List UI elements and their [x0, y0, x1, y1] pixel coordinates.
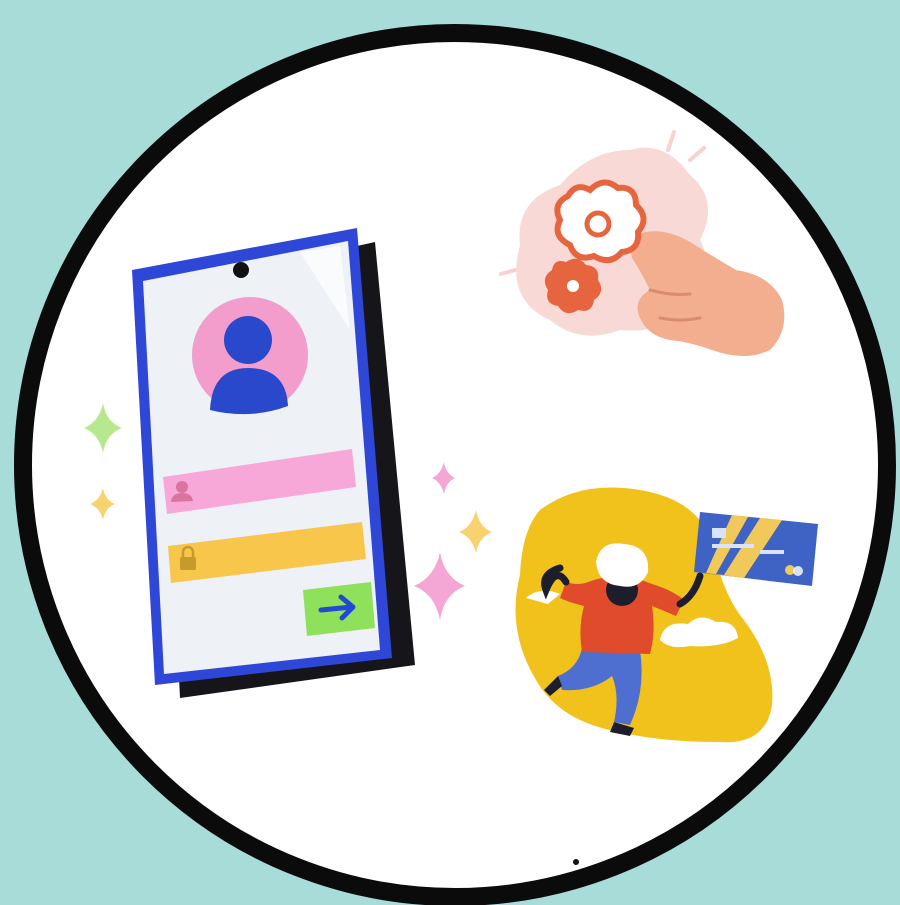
dot	[573, 859, 579, 865]
phone-illustration	[132, 228, 415, 698]
submit-button[interactable]	[303, 582, 375, 636]
illustration-canvas	[0, 0, 900, 905]
illustration-svg	[0, 0, 900, 905]
flower-large	[554, 179, 647, 264]
camera-icon	[233, 262, 249, 278]
avatar-head	[224, 316, 272, 364]
